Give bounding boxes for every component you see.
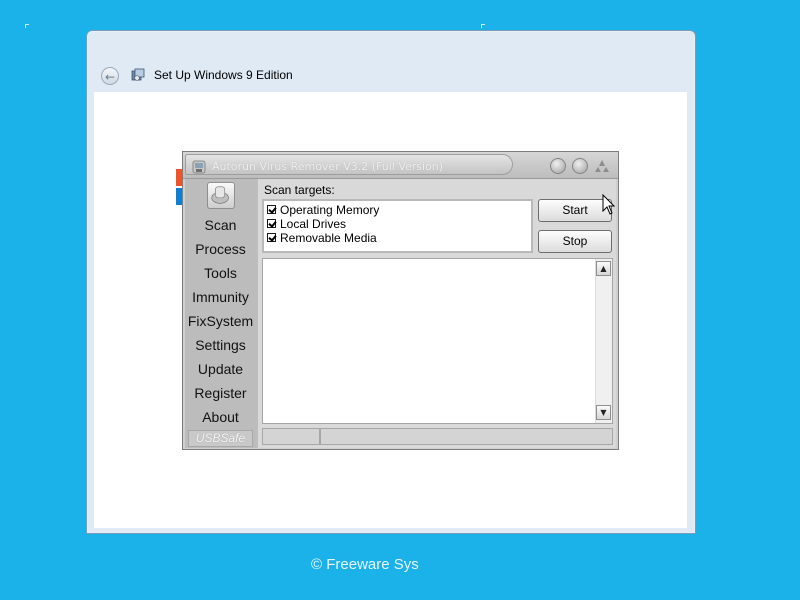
target-label: Operating Memory bbox=[280, 203, 380, 217]
target-removable-media[interactable]: Removable Media bbox=[267, 231, 377, 245]
start-button[interactable]: Start bbox=[538, 199, 612, 222]
screen-corner-mark-right bbox=[481, 24, 485, 28]
nav-item-process[interactable]: Process bbox=[185, 241, 256, 257]
scan-log-area[interactable]: ▲ ▼ bbox=[262, 258, 613, 424]
checkbox-checked-icon[interactable] bbox=[267, 205, 276, 215]
scroll-down-icon[interactable]: ▼ bbox=[596, 405, 611, 420]
screen-corner-mark-left bbox=[25, 24, 29, 28]
mouse-pointer-icon bbox=[602, 194, 616, 215]
nav-item-register[interactable]: Register bbox=[185, 385, 256, 401]
scan-targets-list: Operating Memory Local Drives Removable … bbox=[262, 199, 533, 253]
nav-item-immunity[interactable]: Immunity bbox=[185, 289, 256, 305]
nav-item-scan[interactable]: Scan bbox=[185, 217, 256, 233]
setup-app-icon bbox=[131, 68, 145, 81]
biohazard-close-icon bbox=[595, 160, 609, 172]
restore-button[interactable] bbox=[572, 158, 588, 174]
nav-item-settings[interactable]: Settings bbox=[185, 337, 256, 353]
target-local-drives[interactable]: Local Drives bbox=[267, 217, 346, 231]
footer-brand: Freeware Sys bbox=[326, 556, 419, 573]
nav-item-tools[interactable]: Tools bbox=[185, 265, 256, 281]
setup-titlebar: ← Set Up Windows 9 Edition bbox=[87, 31, 695, 93]
nav-item-update[interactable]: Update bbox=[185, 361, 256, 377]
dialog-title: Autorun Virus Remover V3.2 (Full Version… bbox=[212, 160, 444, 173]
stop-button[interactable]: Stop bbox=[538, 230, 612, 253]
scan-panel: Scan targets: Operating Memory Local Dri… bbox=[258, 179, 616, 448]
back-arrow-icon: ← bbox=[104, 70, 116, 84]
nav-item-fixsystem[interactable]: FixSystem bbox=[185, 313, 256, 329]
target-label: Local Drives bbox=[280, 217, 347, 231]
scroll-up-icon[interactable]: ▲ bbox=[596, 261, 611, 276]
status-bar bbox=[262, 428, 613, 445]
nav-sidebar: Scan Process Tools Immunity FixSystem Se… bbox=[185, 179, 256, 448]
checkbox-checked-icon[interactable] bbox=[267, 233, 276, 243]
target-label: Removable Media bbox=[280, 231, 377, 245]
dialog-titlebar[interactable]: Autorun Virus Remover V3.2 (Full Version… bbox=[183, 152, 618, 179]
setup-title: Set Up Windows 9 Edition bbox=[154, 68, 293, 82]
copyright-icon: © bbox=[311, 556, 323, 573]
status-cell-1 bbox=[262, 428, 320, 445]
close-button[interactable] bbox=[594, 158, 610, 174]
usbsafe-link[interactable]: USBSafe bbox=[188, 430, 253, 447]
autorun-dialog: Autorun Virus Remover V3.2 (Full Version… bbox=[182, 151, 619, 450]
dialog-title-tab: Autorun Virus Remover V3.2 (Full Version… bbox=[185, 154, 513, 175]
autorun-app-icon bbox=[192, 160, 206, 174]
target-operating-memory[interactable]: Operating Memory bbox=[267, 203, 379, 217]
scan-targets-label: Scan targets: bbox=[264, 183, 335, 197]
minimize-button[interactable] bbox=[550, 158, 566, 174]
back-button[interactable]: ← bbox=[101, 67, 119, 85]
dialog-body: Scan Process Tools Immunity FixSystem Se… bbox=[185, 179, 616, 448]
checkbox-checked-icon[interactable] bbox=[267, 219, 276, 229]
status-cell-2 bbox=[320, 428, 613, 445]
nav-item-about[interactable]: About bbox=[185, 409, 256, 425]
shield-logo-icon bbox=[207, 182, 235, 209]
log-scrollbar[interactable]: ▲ ▼ bbox=[595, 259, 612, 423]
footer-credit: © Freeware Sys bbox=[311, 556, 419, 573]
